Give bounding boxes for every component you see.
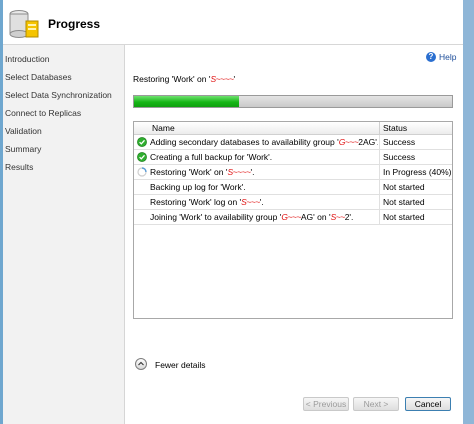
- progress-label-end: ': [233, 74, 236, 84]
- window-right-border: [463, 0, 474, 424]
- progress-bar-fill: [134, 96, 239, 107]
- table-row[interactable]: Joining 'Work' to availability group 'G~…: [134, 210, 452, 225]
- column-divider: [379, 180, 380, 194]
- progress-table: Name Status Adding secondary databases t…: [133, 121, 453, 319]
- wizard-nav: Introduction Select Databases Select Dat…: [3, 45, 125, 424]
- redaction-mark: ~~: [335, 212, 345, 222]
- row-status: Not started: [383, 197, 425, 207]
- row-name: Backing up log for 'Work'.: [150, 182, 378, 192]
- next-button[interactable]: Next >: [353, 397, 399, 411]
- column-divider: [379, 195, 380, 209]
- nav-item-validation[interactable]: Validation: [5, 126, 42, 136]
- row-name-middle: AG' on ': [300, 212, 331, 222]
- column-divider: [379, 135, 380, 149]
- help-icon[interactable]: ?: [426, 52, 436, 62]
- row-name-end: '.: [250, 167, 255, 177]
- redaction-mark: ~~~~: [232, 167, 251, 177]
- table-row[interactable]: Creating a full backup for 'Work'. Succe…: [134, 150, 452, 165]
- row-name-text: Backing up log for 'Work'.: [150, 182, 246, 192]
- wizard-window: Progress Introduction Select Databases S…: [0, 0, 474, 424]
- row-name-text: Creating a full backup for 'Work'.: [150, 152, 273, 162]
- fewer-details-link[interactable]: Fewer details: [155, 360, 206, 370]
- row-name-end: 2AG'.: [358, 137, 378, 147]
- row-name: Restoring 'Work' on 'S~~~~'.: [150, 167, 378, 177]
- redaction-mark: ~~~~: [215, 74, 234, 84]
- row-name-end: '.: [259, 197, 264, 207]
- column-divider: [379, 150, 380, 164]
- redaction-mark: ~~~: [246, 197, 260, 207]
- progress-label: Restoring 'Work' on 'S~~~~': [133, 74, 235, 84]
- chevron-up-icon: [138, 361, 144, 366]
- table-header: Name Status: [134, 122, 452, 135]
- page-header: Progress: [3, 0, 463, 45]
- row-name: Restoring 'Work' log on 'S~~~'.: [150, 197, 378, 207]
- row-status: Success: [383, 137, 416, 147]
- main-content: ? Help Restoring 'Work' on 'S~~~~' Name …: [125, 45, 463, 424]
- column-divider: [379, 210, 380, 224]
- row-status: Not started: [383, 212, 425, 222]
- in-progress-icon: [137, 167, 147, 177]
- row-name-text: Adding secondary databases to availabili…: [150, 137, 339, 147]
- row-name-text: Joining 'Work' to availability group ': [150, 212, 282, 222]
- cancel-button[interactable]: Cancel: [405, 397, 451, 411]
- table-row[interactable]: Backing up log for 'Work'. Not started: [134, 180, 452, 195]
- database-progress-icon: [9, 10, 39, 38]
- row-name-text: Restoring 'Work' log on ': [150, 197, 242, 207]
- previous-button[interactable]: < Previous: [303, 397, 349, 411]
- row-name: Creating a full backup for 'Work'.: [150, 152, 378, 162]
- progress-label-text: Restoring 'Work' on ': [133, 74, 211, 84]
- row-name-end: 2'.: [344, 212, 354, 222]
- row-name: Joining 'Work' to availability group 'G~…: [150, 212, 378, 222]
- nav-item-connect-to-replicas[interactable]: Connect to Replicas: [5, 108, 81, 118]
- collapse-details-icon[interactable]: [135, 358, 147, 370]
- progress-bar: [133, 95, 453, 108]
- row-name: Adding secondary databases to availabili…: [150, 137, 378, 147]
- column-header-status[interactable]: Status: [383, 123, 407, 133]
- column-divider: [379, 165, 380, 179]
- nav-item-introduction[interactable]: Introduction: [5, 54, 49, 64]
- table-row[interactable]: Adding secondary databases to availabili…: [134, 135, 452, 150]
- page-title: Progress: [48, 17, 101, 31]
- table-row[interactable]: Restoring 'Work' log on 'S~~~'. Not star…: [134, 195, 452, 210]
- row-name-text: Restoring 'Work' on ': [150, 167, 228, 177]
- redaction-mark: ~~~: [344, 137, 359, 147]
- nav-item-summary[interactable]: Summary: [5, 144, 41, 154]
- nav-item-select-data-synchronization[interactable]: Select Data Synchronization: [5, 90, 112, 100]
- column-header-name[interactable]: Name: [152, 123, 175, 133]
- redaction-mark: ~~~: [287, 212, 301, 222]
- row-status: In Progress (40%): [383, 167, 452, 177]
- nav-item-results[interactable]: Results: [5, 162, 33, 172]
- column-divider[interactable]: [379, 122, 380, 134]
- row-status: Success: [383, 152, 416, 162]
- success-icon: [137, 152, 147, 162]
- nav-item-select-databases[interactable]: Select Databases: [5, 72, 72, 82]
- help-link[interactable]: Help: [439, 52, 456, 62]
- row-status: Not started: [383, 182, 425, 192]
- success-icon: [137, 137, 147, 147]
- table-row[interactable]: Restoring 'Work' on 'S~~~~'. In Progress…: [134, 165, 452, 180]
